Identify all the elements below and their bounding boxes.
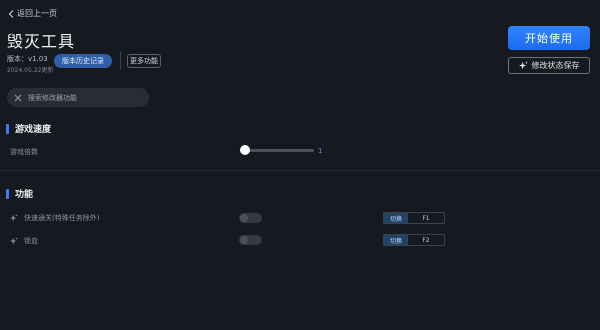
update-date: 2024.05.22更新: [7, 67, 54, 74]
switch-mode-label[interactable]: 切换: [384, 235, 408, 245]
save-state-button[interactable]: 修改状态保存: [508, 57, 590, 74]
toggle-knob: [240, 236, 248, 244]
hotkey-control[interactable]: 切换 F2: [383, 234, 445, 246]
function-row-label: 快速通关(特殊任务除外): [10, 213, 99, 223]
hotkey-value[interactable]: F2: [408, 235, 444, 245]
version-text: 版本：v1.03: [7, 55, 48, 63]
chevron-left-icon: [8, 9, 14, 18]
sparkle-icon: [10, 237, 18, 245]
save-state-label: 修改状态保存: [531, 61, 580, 70]
back-link[interactable]: 返回上一页: [8, 8, 57, 19]
header-divider: [120, 52, 121, 70]
version-history-button[interactable]: 版本历史记录: [54, 54, 112, 68]
section-functions: 功能: [6, 187, 33, 200]
hotkey-control[interactable]: 切换 F1: [383, 212, 445, 224]
function-label: 快速通关(特殊任务除外): [24, 214, 100, 222]
tools-icon: [14, 94, 22, 101]
section-marker: [6, 123, 9, 134]
function-toggle[interactable]: [239, 213, 262, 223]
back-label: 返回上一页: [17, 9, 57, 18]
toggle-knob: [240, 214, 248, 222]
section-game-speed: 游戏速度: [6, 122, 51, 135]
section-title: 功能: [15, 190, 34, 200]
sparkle-icon: [10, 214, 18, 222]
function-row-label: 锁血: [10, 236, 38, 246]
speed-value: 1: [318, 147, 323, 155]
speed-slider-handle[interactable]: [240, 145, 250, 155]
start-button[interactable]: 开始使用: [508, 26, 590, 50]
sparkle-icon: [518, 61, 528, 70]
more-features-button[interactable]: 更多功能: [127, 54, 161, 68]
page-title: 毁灭工具: [7, 32, 76, 51]
search-box[interactable]: [7, 88, 149, 107]
speed-slider-track[interactable]: [242, 149, 314, 152]
function-label: 锁血: [24, 237, 38, 245]
function-toggle[interactable]: [239, 235, 262, 245]
search-input[interactable]: [28, 93, 138, 102]
hotkey-value[interactable]: F1: [408, 213, 444, 223]
switch-mode-label[interactable]: 切换: [384, 213, 408, 223]
speed-label: 游戏倍数: [10, 148, 38, 156]
section-title: 游戏速度: [15, 125, 52, 135]
section-divider: [0, 170, 600, 171]
section-marker: [6, 188, 9, 199]
